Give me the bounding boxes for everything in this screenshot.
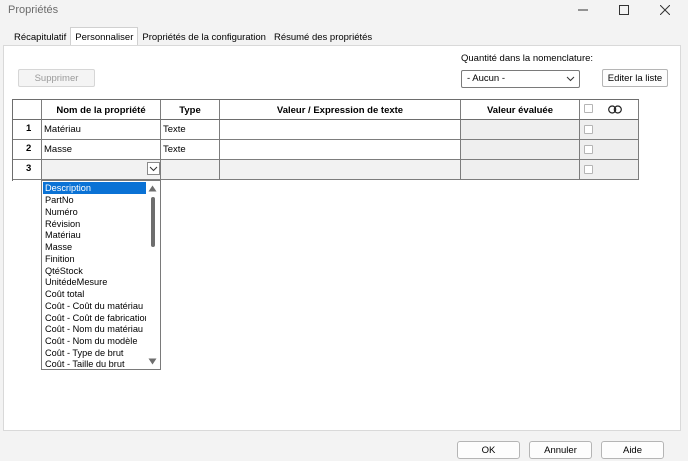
row-checkbox[interactable] [584, 145, 593, 154]
chevron-down-icon [149, 166, 158, 172]
property-value-cell[interactable] [220, 140, 461, 160]
dropdown-item[interactable]: Coût - Taille du brut [43, 358, 146, 370]
combobox-dropdown-button[interactable] [147, 162, 160, 175]
property-name-cell[interactable]: Matériau [42, 120, 161, 140]
link-cell [580, 160, 639, 180]
row-checkbox[interactable] [584, 125, 593, 134]
dropdown-item[interactable]: Coût - Nom du matériau [43, 323, 146, 335]
header-corner [13, 100, 42, 120]
maximize-icon [619, 5, 629, 15]
dropdown-item[interactable]: Description [43, 182, 146, 194]
dropdown-item[interactable]: Matériau [43, 229, 146, 241]
header-property-name: Nom de la propriété [42, 100, 161, 120]
bom-quantity-select[interactable]: - Aucun - [461, 70, 580, 88]
cancel-button[interactable]: Annuler [529, 441, 592, 459]
property-value-cell[interactable] [220, 160, 461, 180]
evaluated-value-cell [461, 120, 580, 140]
header-checkbox[interactable] [584, 104, 593, 113]
property-type-cell[interactable]: Texte [161, 140, 220, 160]
tab-resume-proprietes[interactable]: Résumé des propriétés [270, 29, 376, 46]
row-number: 1 [13, 120, 42, 140]
link-cell [580, 140, 639, 160]
dropdown-item[interactable]: UnitédeMesure [43, 276, 146, 288]
chevron-down-icon [566, 76, 575, 82]
close-icon [660, 5, 670, 15]
row-checkbox[interactable] [584, 165, 593, 174]
ok-button[interactable]: OK [457, 441, 520, 459]
scrollbar-thumb[interactable] [151, 197, 155, 247]
dropdown-item[interactable]: Coût - Coût du matériau [43, 300, 146, 312]
row-number: 3 [13, 160, 42, 180]
edit-list-button[interactable]: Editer la liste [602, 69, 668, 87]
dropdown-item[interactable]: Numéro [43, 206, 146, 218]
bom-quantity-label: Quantité dans la nomenclature: [461, 53, 594, 64]
dropdown-item[interactable]: Coût - Nom du modèle [43, 335, 146, 347]
property-name-dropdown[interactable]: Description PartNo Numéro Révision Matér… [41, 180, 161, 370]
evaluated-value-cell [461, 160, 580, 180]
row-number: 2 [13, 140, 42, 160]
header-type: Type [161, 100, 220, 120]
dropdown-item[interactable]: Masse [43, 241, 146, 253]
title-bar: Propriétés [0, 0, 688, 22]
delete-button[interactable]: Supprimer [18, 69, 95, 87]
evaluated-value-cell [461, 140, 580, 160]
property-name-combobox[interactable] [42, 160, 161, 180]
dropdown-item[interactable]: Coût total [43, 288, 146, 300]
scroll-down-icon [148, 358, 157, 365]
dropdown-item[interactable]: Finition [43, 253, 146, 265]
minimize-icon [578, 9, 588, 11]
property-name-cell[interactable]: Masse [42, 140, 161, 160]
link-cell [580, 120, 639, 140]
maximize-button[interactable] [604, 0, 644, 20]
tab-personnaliser[interactable]: Personnaliser [70, 27, 139, 45]
tab-recapitulatif[interactable]: Récapitulatif [10, 29, 70, 46]
link-icon [608, 105, 622, 114]
header-evaluated-value: Valeur évaluée [461, 100, 580, 120]
scroll-up-icon [148, 185, 157, 192]
close-button[interactable] [645, 0, 685, 20]
property-type-cell[interactable]: Texte [161, 120, 220, 140]
property-value-cell[interactable] [220, 120, 461, 140]
bom-quantity-value: - Aucun - [467, 73, 506, 84]
dropdown-scrollbar[interactable] [146, 182, 159, 368]
help-button[interactable]: Aide [601, 441, 664, 459]
properties-grid: Nom de la propriété Type Valeur / Expres… [12, 99, 639, 181]
dropdown-item[interactable]: PartNo [43, 194, 146, 206]
window-title: Propriétés [8, 4, 59, 16]
minimize-button[interactable] [563, 0, 603, 20]
header-link-column [580, 100, 639, 120]
header-value-expression: Valeur / Expression de texte [220, 100, 461, 120]
tab-proprietes-configuration[interactable]: Propriétés de la configuration [138, 29, 270, 46]
property-type-cell[interactable] [161, 160, 220, 180]
tab-bar: Récapitulatif Personnaliser Propriétés d… [10, 27, 376, 46]
